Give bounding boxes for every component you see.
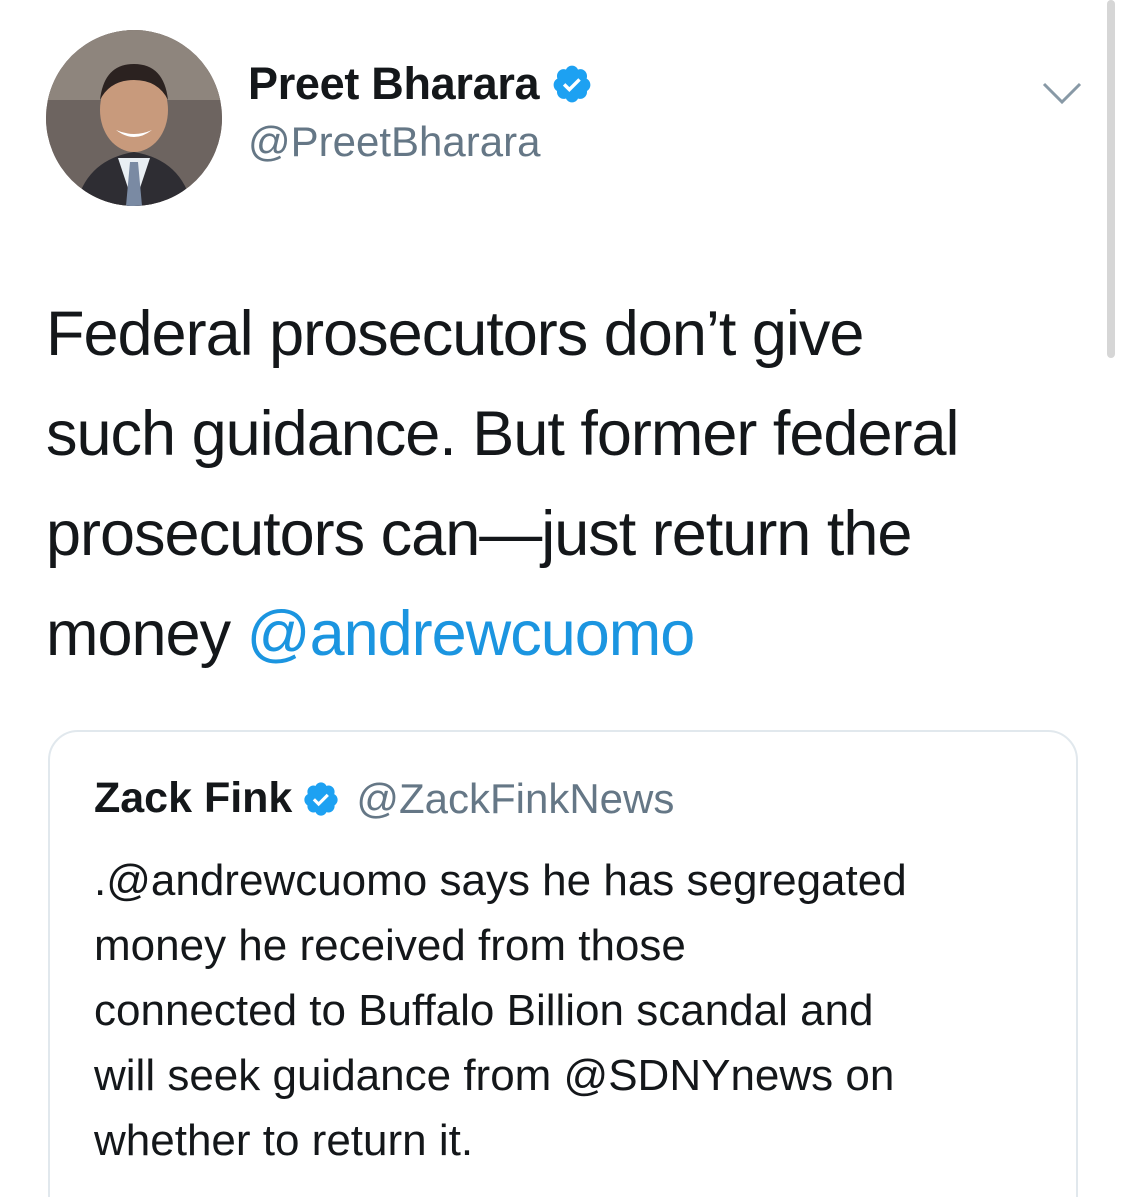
quoted-tweet-line: money he received from those — [94, 921, 686, 970]
quoted-tweet-header: Zack Fink @ZackFinkNews — [94, 774, 674, 823]
tweet-line: prosecutors can—just return the — [46, 499, 912, 569]
quoted-tweet-line: .@andrewcuomo says he has segregated — [94, 856, 907, 905]
quoted-tweet-line: whether to return it. — [94, 1116, 474, 1165]
scrollbar[interactable] — [1107, 0, 1115, 358]
mention-link[interactable]: @andrewcuomo — [247, 599, 696, 669]
author-display-name[interactable]: Preet Bharara — [248, 58, 540, 110]
tweet-line-text: money — [46, 599, 247, 669]
quoted-tweet-text: .@andrewcuomo says he has segregated mon… — [94, 848, 1054, 1173]
chevron-down-icon[interactable] — [1040, 78, 1084, 108]
author-name-row: Preet Bharara — [248, 58, 593, 110]
tweet-line: Federal prosecutors don’t give — [46, 299, 864, 369]
tweet-line-last: money @andrewcuomo — [46, 584, 1086, 684]
quoted-tweet-line: will seek guidance from @SDNYnews on — [94, 1051, 895, 1100]
avatar-photo — [46, 30, 222, 206]
avatar[interactable] — [46, 30, 222, 206]
author-handle[interactable]: @PreetBharara — [248, 118, 540, 166]
tweet-line: such guidance. But former federal — [46, 399, 960, 469]
quoted-tweet-card[interactable]: Zack Fink @ZackFinkNews .@andrewcuomo sa… — [48, 730, 1078, 1197]
quoted-tweet-line: connected to Buffalo Billion scandal and — [94, 986, 874, 1035]
verified-badge-icon — [304, 781, 338, 816]
verified-badge-icon — [553, 65, 591, 103]
tweet-text: Federal prosecutors don’t give such guid… — [46, 284, 1086, 684]
quoted-author-handle: @ZackFinkNews — [356, 774, 675, 822]
tweet-screen: Preet Bharara @PreetBharara Federal pros… — [0, 0, 1125, 1197]
quoted-author-display-name: Zack Fink — [94, 774, 293, 822]
